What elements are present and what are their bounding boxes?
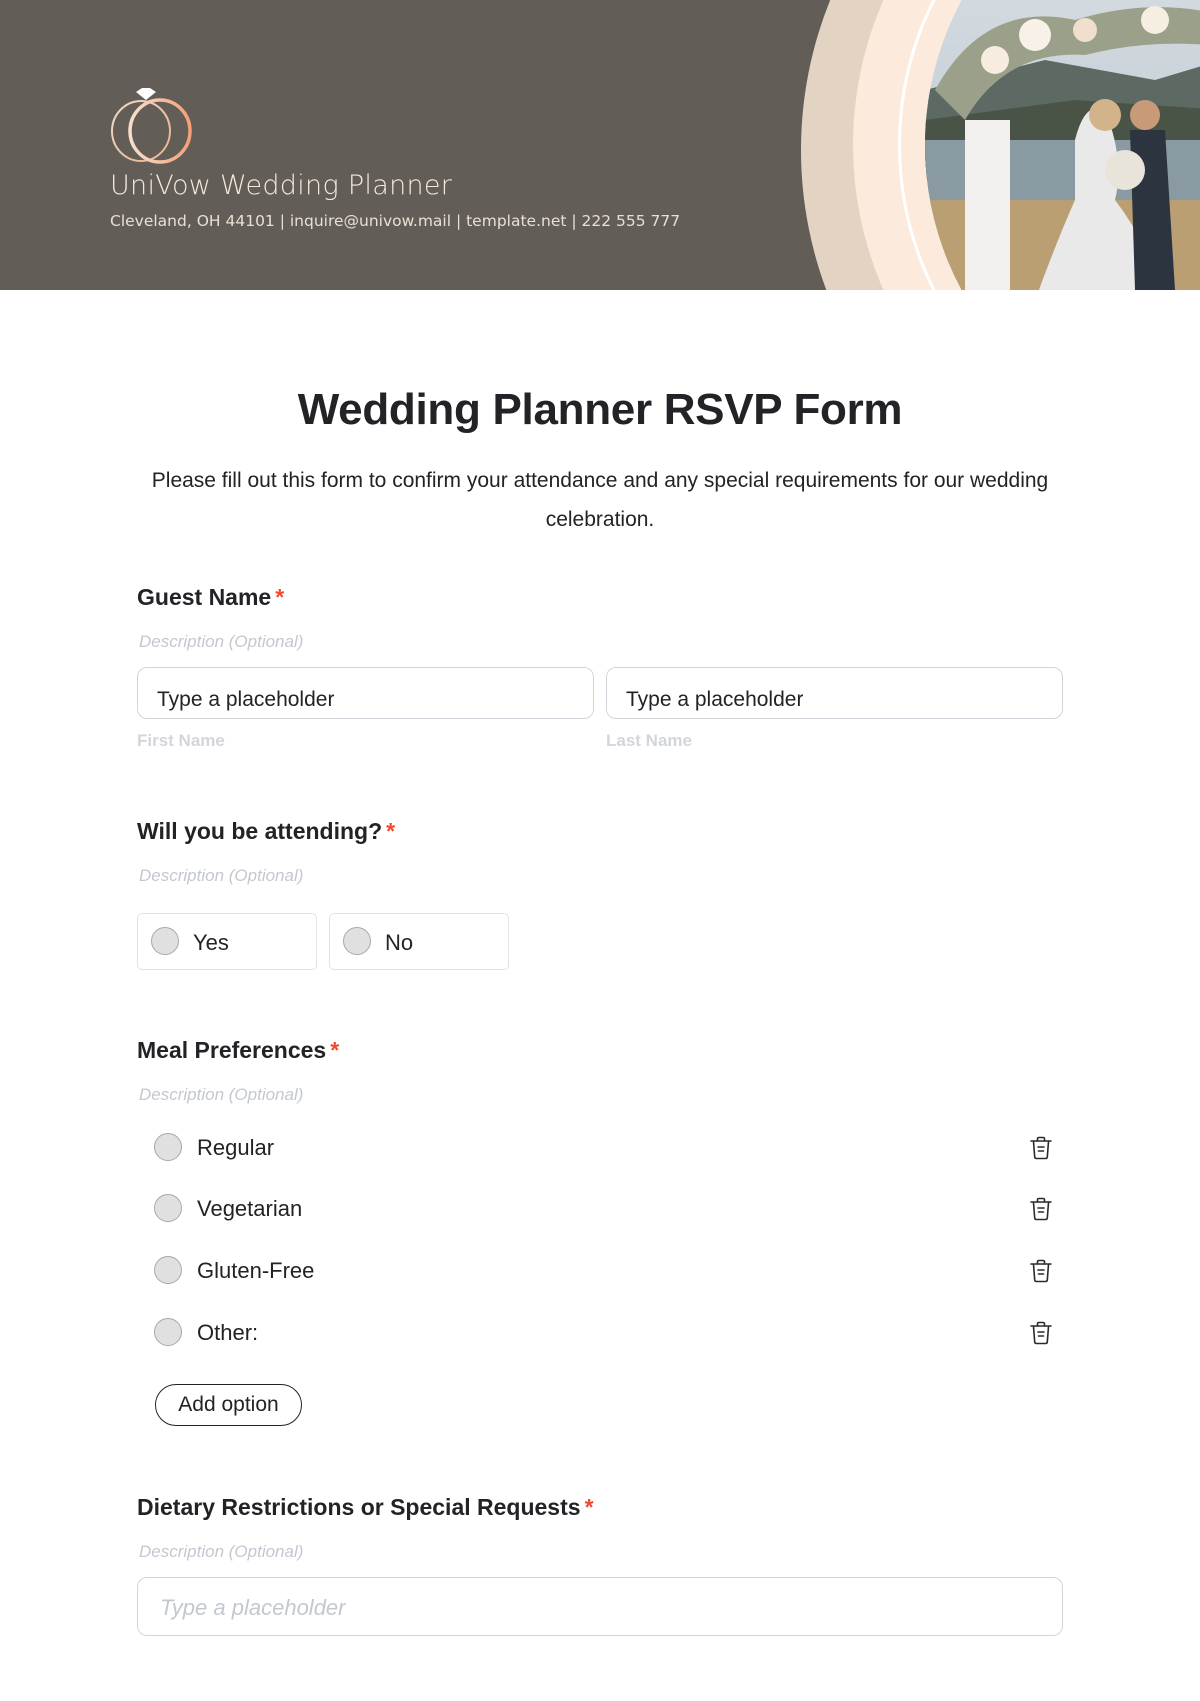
trash-icon[interactable] [1028,1320,1054,1346]
first-name-input[interactable]: Type a placeholder [137,667,594,719]
radio-button[interactable] [154,1256,182,1284]
wedding-couple-photo [925,0,1200,290]
option-label[interactable]: Gluten-Free [197,1258,314,1284]
option-label: No [385,930,414,955]
question-description[interactable]: Description (Optional) [139,866,303,886]
required-asterisk: * [386,818,396,844]
meal-option-vegetarian[interactable]: Vegetarian [154,1192,1064,1226]
option-label: Yes [193,930,229,955]
header-banner: UniVow Wedding Planner Cleveland, OH 441… [0,0,1200,290]
last-name-sublabel: Last Name [606,731,692,750]
question-label-meal: Meal Preferences * [137,1037,339,1064]
attending-option-no[interactable]: No [329,913,509,970]
radio-button[interactable] [154,1133,182,1161]
form-title: Wedding Planner RSVP Form [297,385,903,434]
option-label[interactable]: Other: [197,1320,258,1346]
add-option-button[interactable]: Add option [155,1384,302,1426]
label-text: Meal Preferences [137,1037,327,1063]
dietary-requests-input[interactable]: Type a placeholder [137,1577,1063,1636]
wedding-rings-icon [111,88,192,164]
option-label[interactable]: Regular [197,1135,274,1161]
attending-option-yes[interactable]: Yes [137,913,317,970]
last-name-input[interactable]: Type a placeholder [606,667,1063,719]
trash-icon[interactable] [1028,1135,1054,1161]
first-name-value: Type a placeholder [157,688,335,711]
brand-name: UniVow Wedding Planner [110,170,453,201]
question-label-dietary: Dietary Restrictions or Special Requests… [137,1494,594,1521]
question-description[interactable]: Description (Optional) [139,632,303,652]
form-subtitle: Please fill out this form to confirm you… [151,469,1049,531]
first-name-sublabel: First Name [137,731,225,750]
option-label[interactable]: Vegetarian [197,1196,302,1222]
question-description[interactable]: Description (Optional) [139,1542,303,1562]
required-asterisk: * [330,1037,340,1063]
contact-info: Cleveland, OH 44101 | inquire@univow.mai… [110,212,681,230]
label-text: Will you be attending? [137,818,383,844]
meal-option-other[interactable]: Other: [154,1316,1064,1350]
label-text: Dietary Restrictions or Special Requests [137,1494,581,1520]
meal-option-gluten-free[interactable]: Gluten-Free [154,1254,1064,1288]
question-label-guest-name: Guest Name * [137,584,284,611]
last-name-value: Type a placeholder [626,688,804,711]
trash-icon[interactable] [1028,1196,1054,1222]
label-text: Guest Name [137,584,272,610]
radio-button[interactable] [343,927,371,955]
required-asterisk: * [275,584,285,610]
question-label-attending: Will you be attending? * [137,818,395,845]
radio-button[interactable] [154,1318,182,1346]
radio-button[interactable] [154,1194,182,1222]
trash-icon[interactable] [1028,1258,1054,1284]
dietary-placeholder: Type a placeholder [160,1595,346,1620]
required-asterisk: * [584,1494,594,1520]
meal-option-regular[interactable]: Regular [154,1131,1064,1165]
question-description[interactable]: Description (Optional) [139,1085,303,1105]
radio-button[interactable] [151,927,179,955]
